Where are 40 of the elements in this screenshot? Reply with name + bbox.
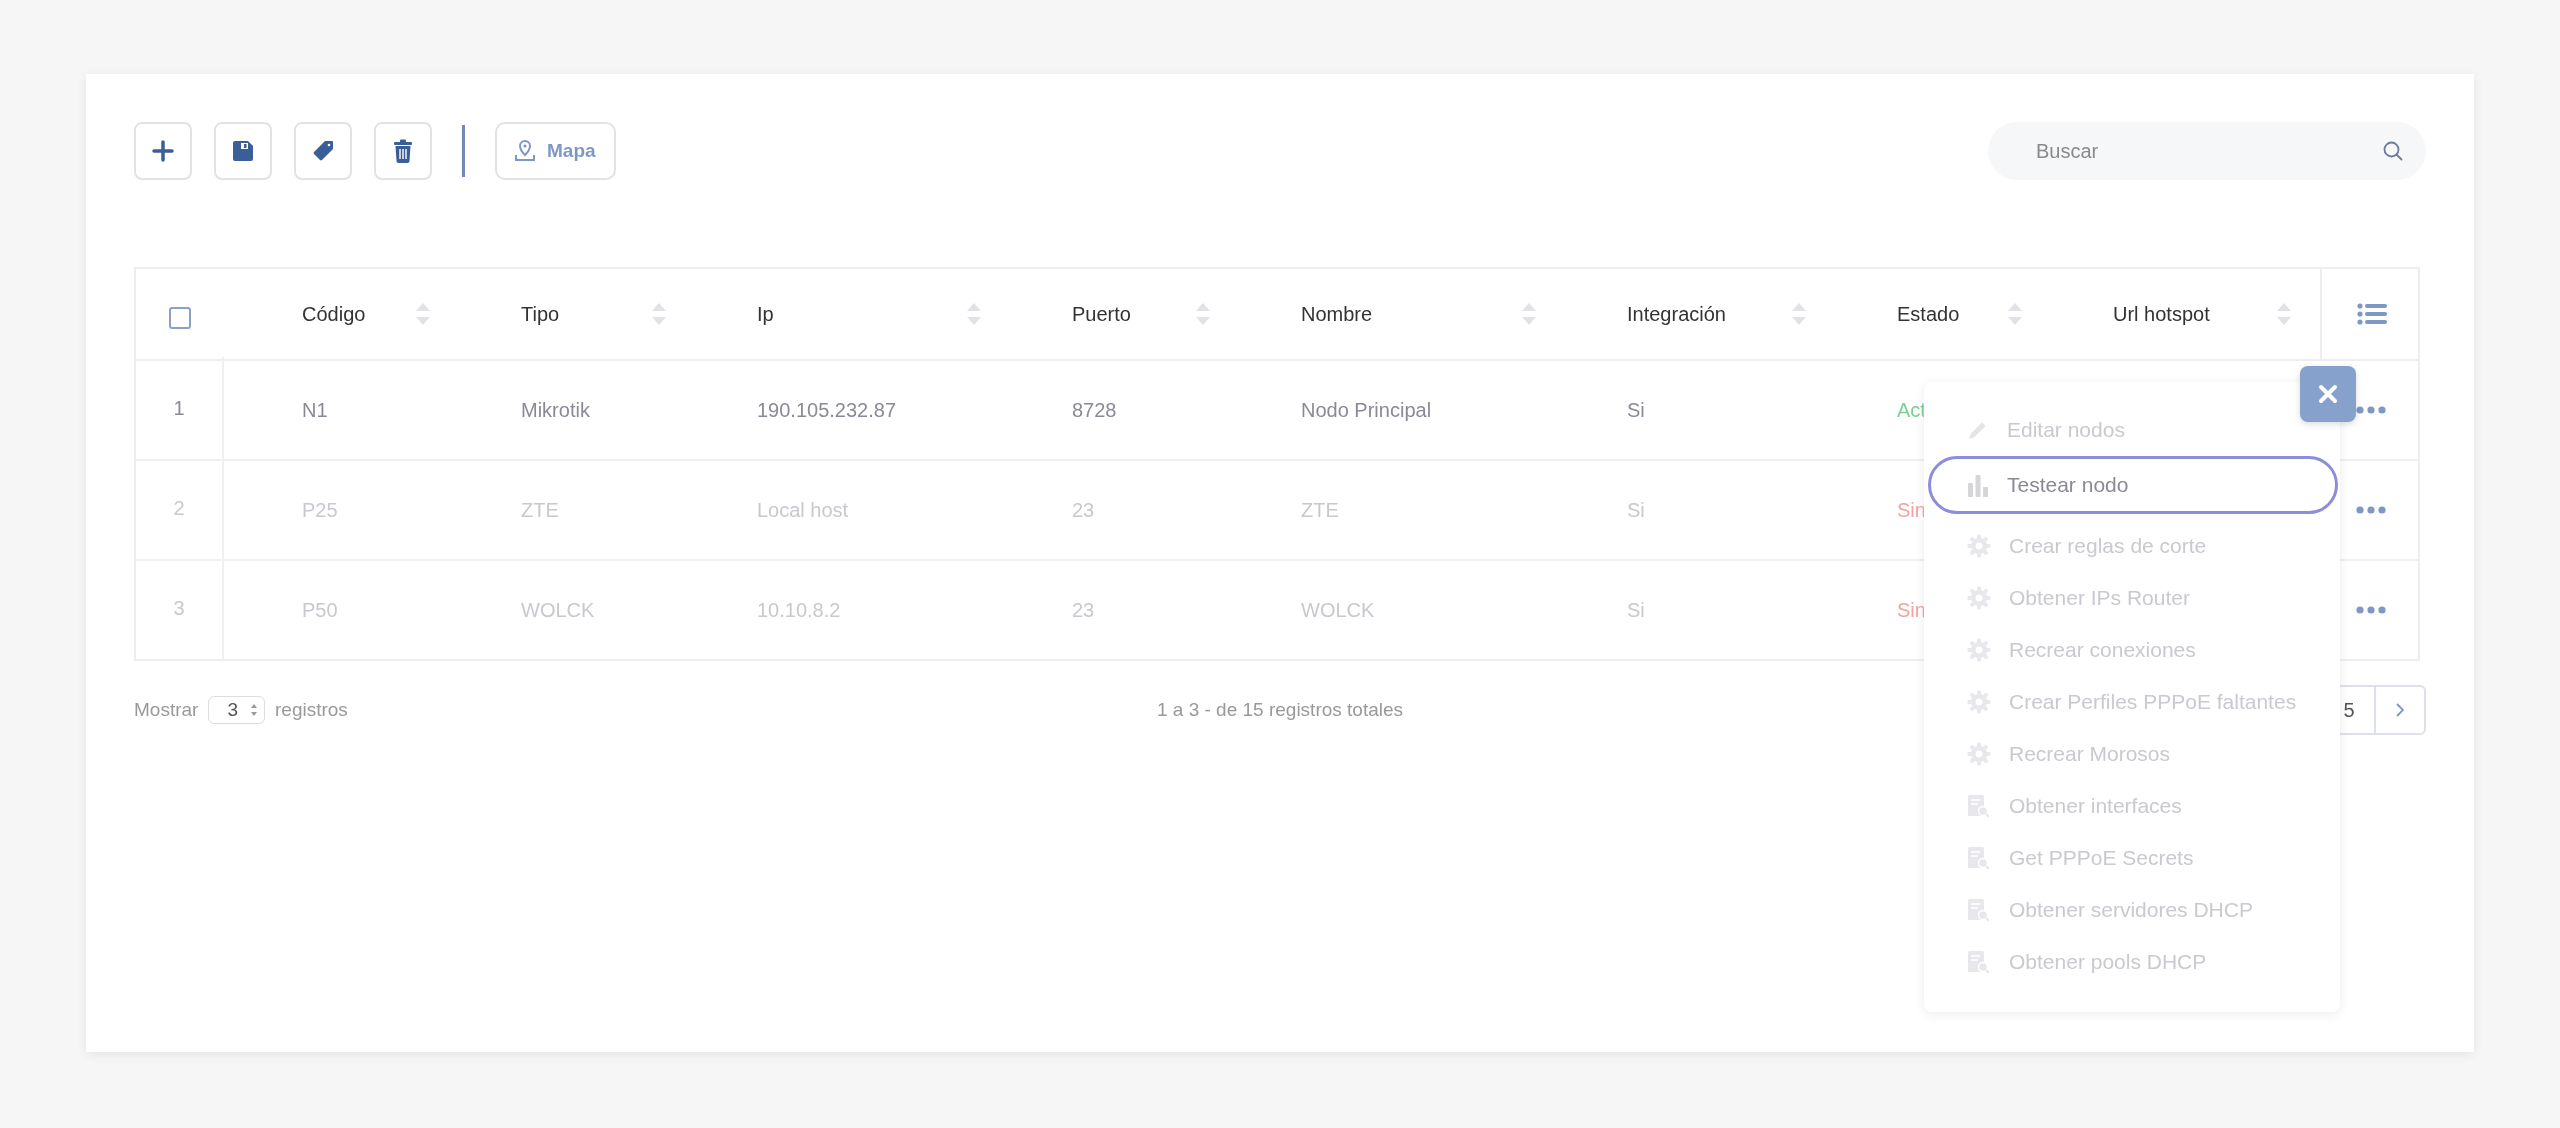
column-header: Estado [1897,302,1960,326]
save-button[interactable] [214,122,272,180]
table-cell: Nodo Principal [1301,398,1432,422]
status-text: Act [1897,398,1926,422]
column-header: Url hotspot [2113,302,2210,326]
column-header: Ip [757,302,774,326]
records-label: registros [275,699,348,721]
add-button[interactable] [134,122,192,180]
table-cell: 8728 [1072,398,1117,422]
spinner-arrows-icon[interactable] [250,703,258,717]
records-summary: 1 a 3 - de 15 registros totales [1156,699,1404,721]
table-cell: Si [1627,398,1645,422]
tag-button[interactable] [294,122,352,180]
more-icon[interactable] [2356,406,2386,414]
row-number: 1 [173,396,185,420]
chevron-right-icon [2395,702,2405,718]
list-icon[interactable] [2357,303,2387,325]
column-header: Nombre [1301,302,1373,326]
trash-icon [393,139,413,163]
table-cell: N1 [302,398,328,422]
menu-item[interactable]: Testear nodo [1928,456,2338,514]
select-all-checkbox[interactable] [169,307,191,329]
column-header: Tipo [521,302,560,326]
table-cell: Mikrotik [521,398,590,422]
location-pin-icon [515,140,535,162]
tag-icon [312,140,334,162]
delete-button[interactable] [374,122,432,180]
search-icon [2382,140,2404,162]
close-button[interactable] [2300,366,2356,422]
close-icon [2318,384,2338,404]
search-field[interactable]: Buscar [1988,122,2426,180]
plus-icon [152,140,174,162]
column-header: Integración [1627,302,1726,326]
map-button[interactable]: Mapa [495,122,616,180]
show-label: Mostrar [134,699,199,721]
column-header: Código [302,302,366,326]
table-cell: 190.105.232.87 [757,398,897,422]
bar-chart-icon [1967,473,1989,497]
column-header: Puerto [1072,302,1131,326]
page-size-select[interactable]: 3 [208,696,265,724]
